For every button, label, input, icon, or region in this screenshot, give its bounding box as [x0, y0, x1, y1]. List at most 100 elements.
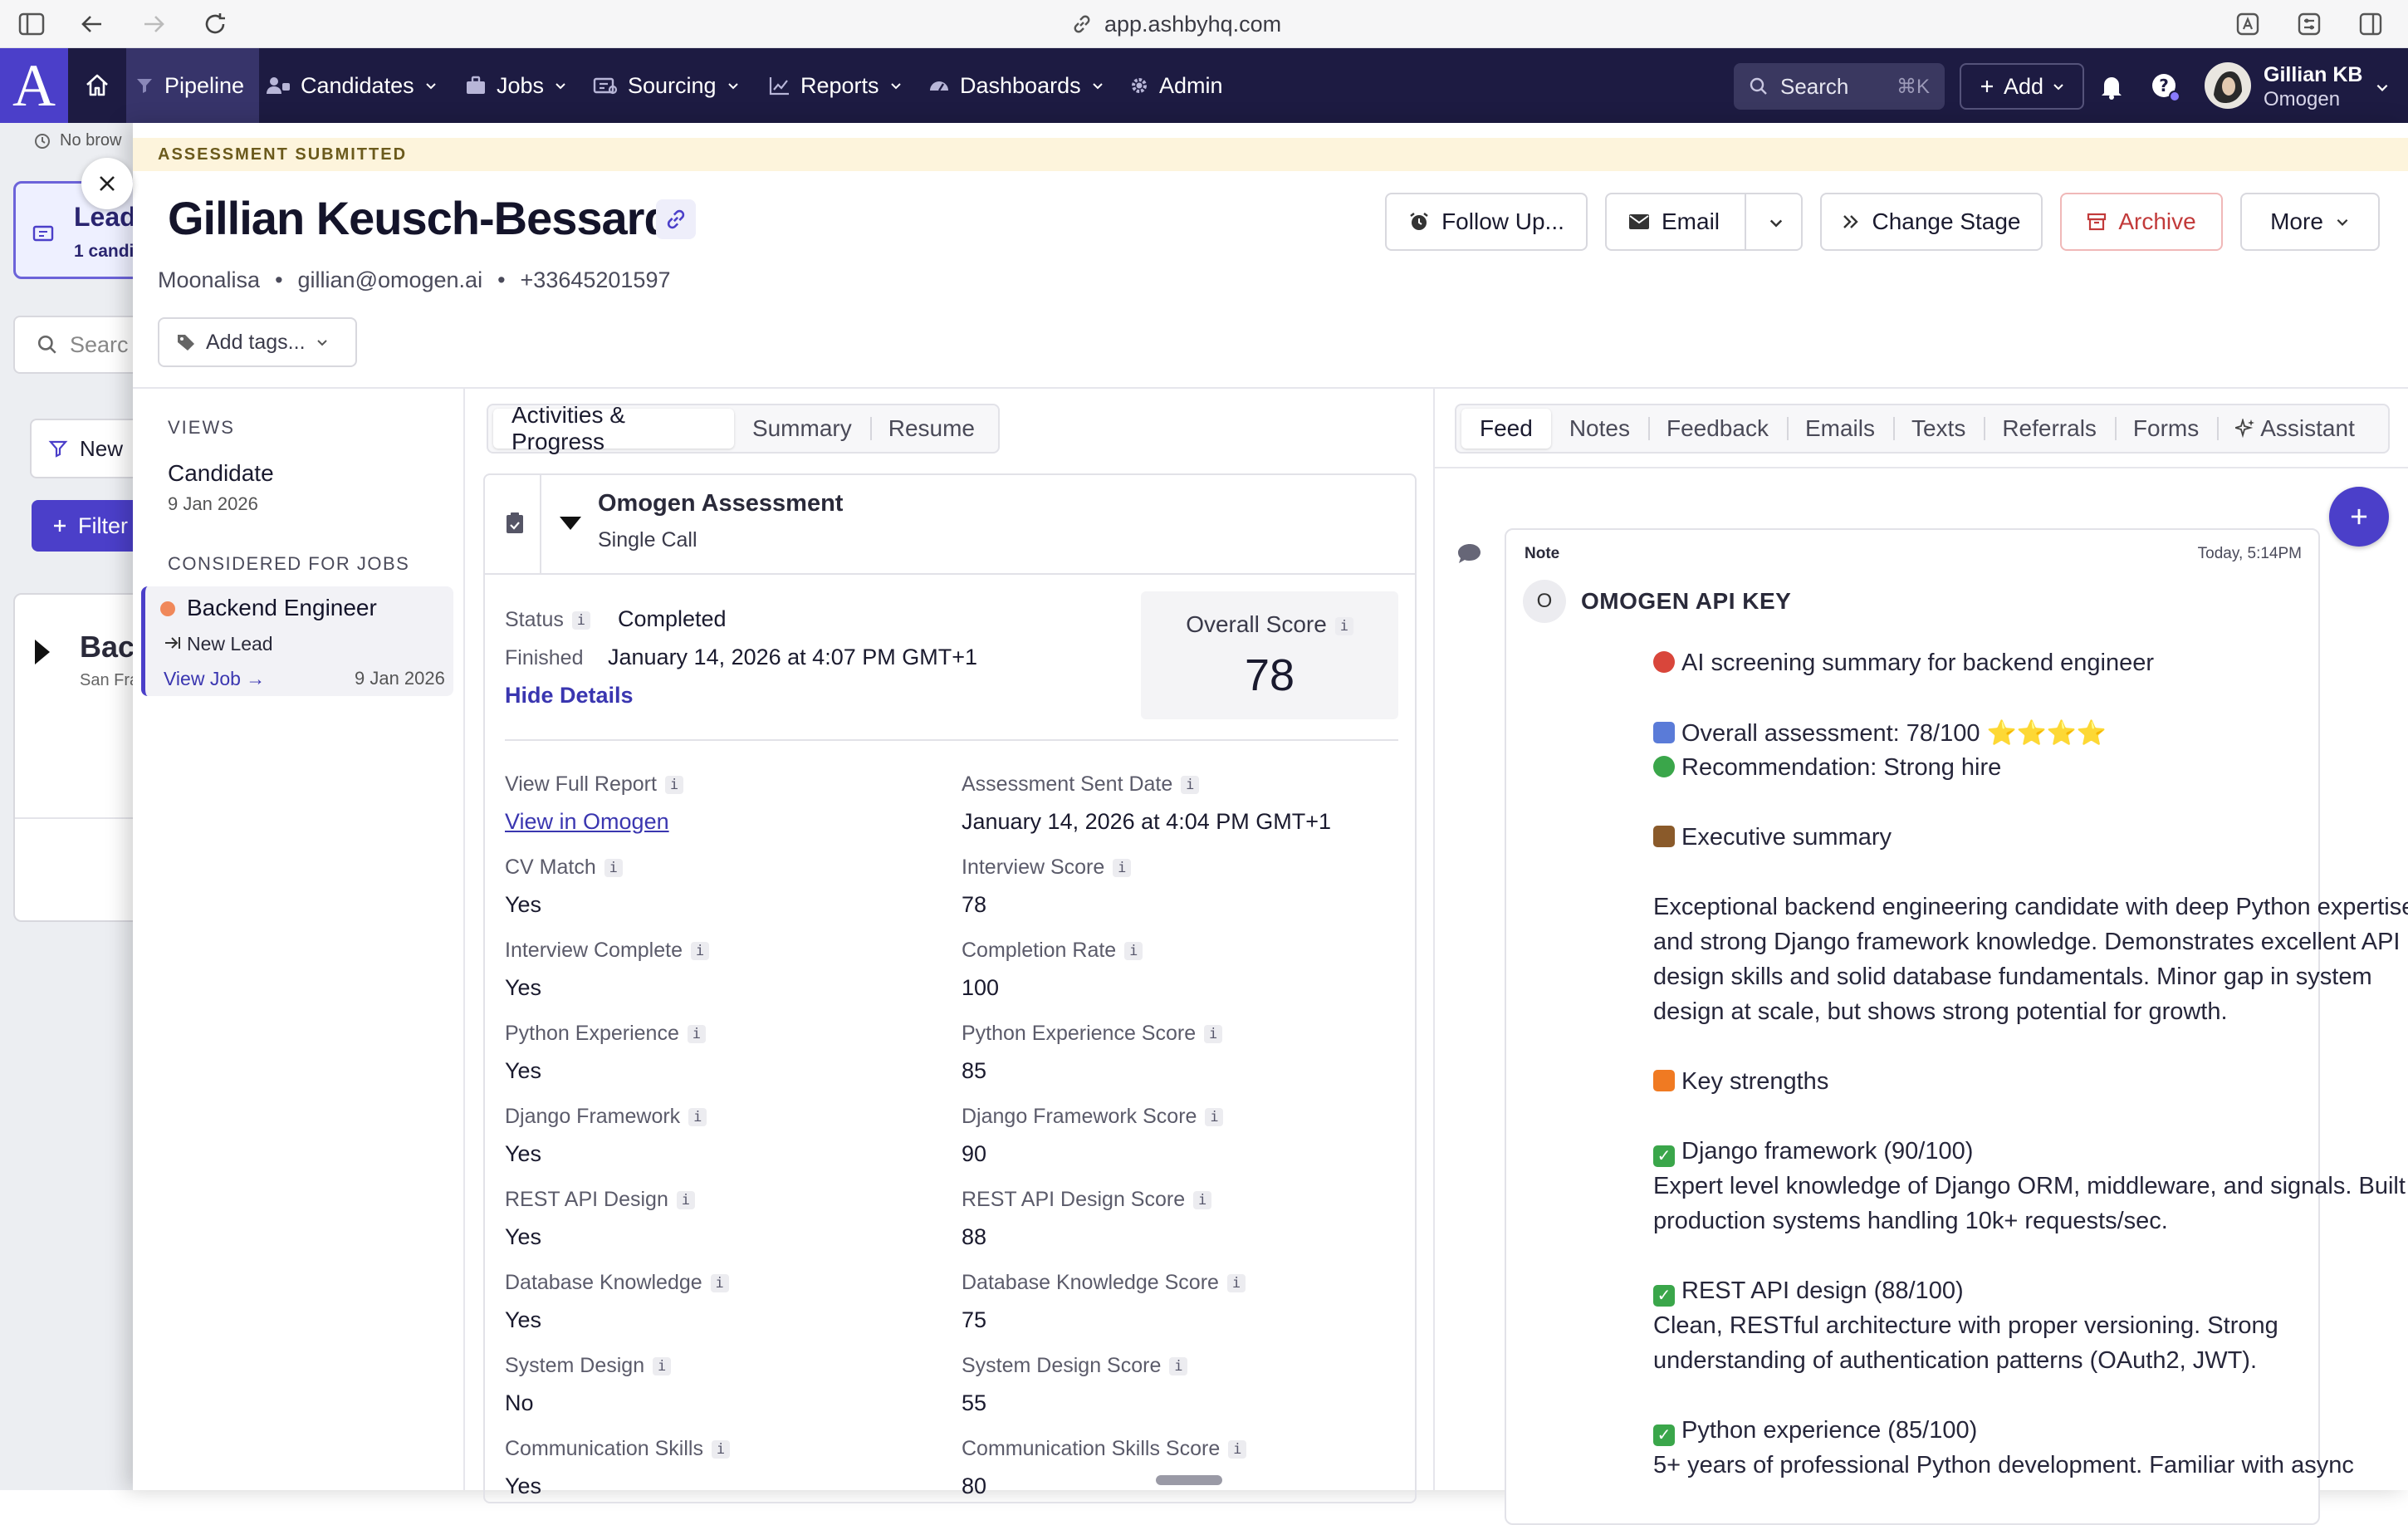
- forward-icon[interactable]: [141, 12, 166, 37]
- reload-icon[interactable]: [203, 11, 228, 37]
- chevron-down-icon[interactable]: [1768, 214, 1784, 231]
- field-label: Communication Skills Score i: [962, 1437, 1247, 1461]
- close-button[interactable]: [81, 158, 133, 209]
- hide-details-link[interactable]: Hide Details: [505, 683, 634, 709]
- scrollbar-thumb[interactable]: [1156, 1475, 1222, 1485]
- note-line: ✓ Python experience (85/100): [1653, 1417, 1977, 1446]
- split-view-icon[interactable]: [2358, 12, 2383, 37]
- note-line: Recommendation: Strong hire: [1653, 754, 2001, 782]
- ashby-logo[interactable]: A: [0, 48, 68, 123]
- nav-dashboards[interactable]: Dashboards: [928, 48, 1104, 123]
- nav-reports[interactable]: Reports: [769, 48, 903, 123]
- view-in-omogen-link[interactable]: View in Omogen: [505, 809, 669, 835]
- home-button[interactable]: [68, 48, 126, 123]
- tab-resume[interactable]: Resume: [869, 409, 993, 449]
- info-icon[interactable]: i: [710, 1274, 729, 1293]
- assessment-banner: ASSESSMENT SUBMITTED: [133, 138, 2408, 171]
- nav-sourcing[interactable]: Sourcing: [593, 48, 740, 123]
- chevron-down-icon: [424, 79, 438, 92]
- filter-button[interactable]: Filter: [32, 500, 148, 552]
- field-label: Django Framework Score i: [962, 1105, 1224, 1129]
- info-icon[interactable]: i: [1228, 1440, 1247, 1459]
- tab-summary[interactable]: Summary: [734, 409, 870, 449]
- sidebar-toggle-icon[interactable]: [18, 12, 45, 37]
- divider: [1433, 467, 2408, 468]
- info-icon[interactable]: i: [1181, 776, 1200, 795]
- tab-assistant[interactable]: Assistant: [2217, 409, 2373, 449]
- field-value: 55: [962, 1390, 987, 1415]
- info-icon[interactable]: i: [1193, 1191, 1212, 1210]
- info-icon[interactable]: i: [664, 776, 683, 795]
- divider: [1745, 194, 1746, 249]
- divider: [505, 739, 1398, 741]
- field-label: Completion Rate i: [962, 939, 1143, 963]
- info-icon[interactable]: i: [1226, 1274, 1246, 1293]
- info-icon[interactable]: i: [604, 859, 623, 878]
- info-icon[interactable]: i: [676, 1191, 695, 1210]
- archive-button[interactable]: Archive: [2060, 193, 2223, 251]
- note-line: Key strengths: [1653, 1068, 1828, 1096]
- info-icon[interactable]: i: [688, 1108, 707, 1127]
- tab-feed[interactable]: Feed: [1461, 409, 1551, 449]
- more-button[interactable]: More: [2240, 193, 2380, 251]
- translate-icon[interactable]: [2235, 12, 2260, 37]
- tab-notes[interactable]: Notes: [1551, 409, 1648, 449]
- history-row[interactable]: No brow: [33, 131, 133, 150]
- tab-referrals[interactable]: Referrals: [1984, 409, 2115, 449]
- add-button[interactable]: Add: [1960, 63, 2084, 110]
- leads-count: 1 candi: [74, 242, 135, 261]
- info-icon[interactable]: i: [711, 1440, 730, 1459]
- caret-down-icon[interactable]: [558, 515, 583, 532]
- tab-feedback[interactable]: Feedback: [1647, 409, 1787, 449]
- job-application-card[interactable]: Backend Engineer New Lead View Job → 9 J…: [141, 586, 453, 696]
- change-stage-button[interactable]: Change Stage: [1820, 193, 2043, 251]
- bell-icon[interactable]: [2099, 73, 2124, 100]
- overall-score-value: 78: [1244, 650, 1295, 700]
- center-tabs: Activities & Progress Summary Resume: [487, 402, 1000, 454]
- search-icon: [37, 334, 58, 356]
- job-card[interactable]: Bac San Fra: [13, 593, 148, 922]
- chevron-down-icon[interactable]: [2375, 80, 2390, 95]
- help-icon[interactable]: ?: [2151, 72, 2180, 102]
- info-icon[interactable]: i: [690, 942, 709, 961]
- view-candidate[interactable]: Candidate: [168, 460, 274, 487]
- extensions-icon[interactable]: [2297, 12, 2322, 37]
- field-label: Communication Skills i: [505, 1437, 730, 1461]
- global-search[interactable]: Search ⌘K: [1734, 63, 1945, 110]
- follow-up-button[interactable]: Follow Up...: [1385, 193, 1588, 251]
- check-emoji-icon: ✓: [1653, 1285, 1675, 1307]
- nav-candidates[interactable]: Candidates: [266, 48, 438, 123]
- back-icon[interactable]: [80, 12, 105, 37]
- top-nav: A Pipeline Candidates Jobs Sourcing Repo…: [0, 48, 2408, 123]
- nav-pipeline[interactable]: Pipeline: [126, 48, 260, 123]
- candidate-email[interactable]: gillian@omogen.ai: [298, 267, 483, 293]
- avatar[interactable]: [2204, 61, 2252, 110]
- assessment-card: Omogen Assessment Single Call Status i Co…: [483, 473, 1417, 1503]
- nav-jobs[interactable]: Jobs: [465, 48, 567, 123]
- add-activity-button[interactable]: [2329, 487, 2389, 547]
- search-input[interactable]: Searc: [13, 316, 146, 374]
- info-icon[interactable]: i: [653, 1357, 672, 1376]
- info-icon[interactable]: i: [571, 611, 590, 630]
- new-view-button[interactable]: New: [30, 419, 146, 478]
- candidate-phone[interactable]: +33645201597: [521, 267, 671, 293]
- address-bar[interactable]: app.ashbyhq.com: [1071, 8, 1281, 40]
- tab-emails[interactable]: Emails: [1786, 409, 1893, 449]
- tab-forms[interactable]: Forms: [2114, 409, 2217, 449]
- tab-texts[interactable]: Texts: [1892, 409, 1984, 449]
- email-button[interactable]: Email: [1605, 193, 1803, 251]
- nav-admin[interactable]: Admin: [1129, 48, 1223, 123]
- info-icon[interactable]: i: [1205, 1108, 1224, 1127]
- tab-activities[interactable]: Activities & Progress: [493, 402, 734, 454]
- info-icon[interactable]: i: [1334, 616, 1353, 635]
- add-tags-select[interactable]: Add tags...: [158, 317, 357, 367]
- info-icon[interactable]: i: [1204, 1025, 1223, 1044]
- info-icon[interactable]: i: [687, 1025, 706, 1044]
- info-icon[interactable]: i: [1124, 942, 1143, 961]
- copy-link-button[interactable]: [656, 199, 696, 239]
- info-icon[interactable]: i: [1169, 1357, 1188, 1376]
- plus-icon: [51, 517, 68, 534]
- comment-icon: [1456, 542, 1483, 566]
- view-job-link[interactable]: View Job →: [164, 668, 265, 690]
- info-icon[interactable]: i: [1113, 859, 1132, 878]
